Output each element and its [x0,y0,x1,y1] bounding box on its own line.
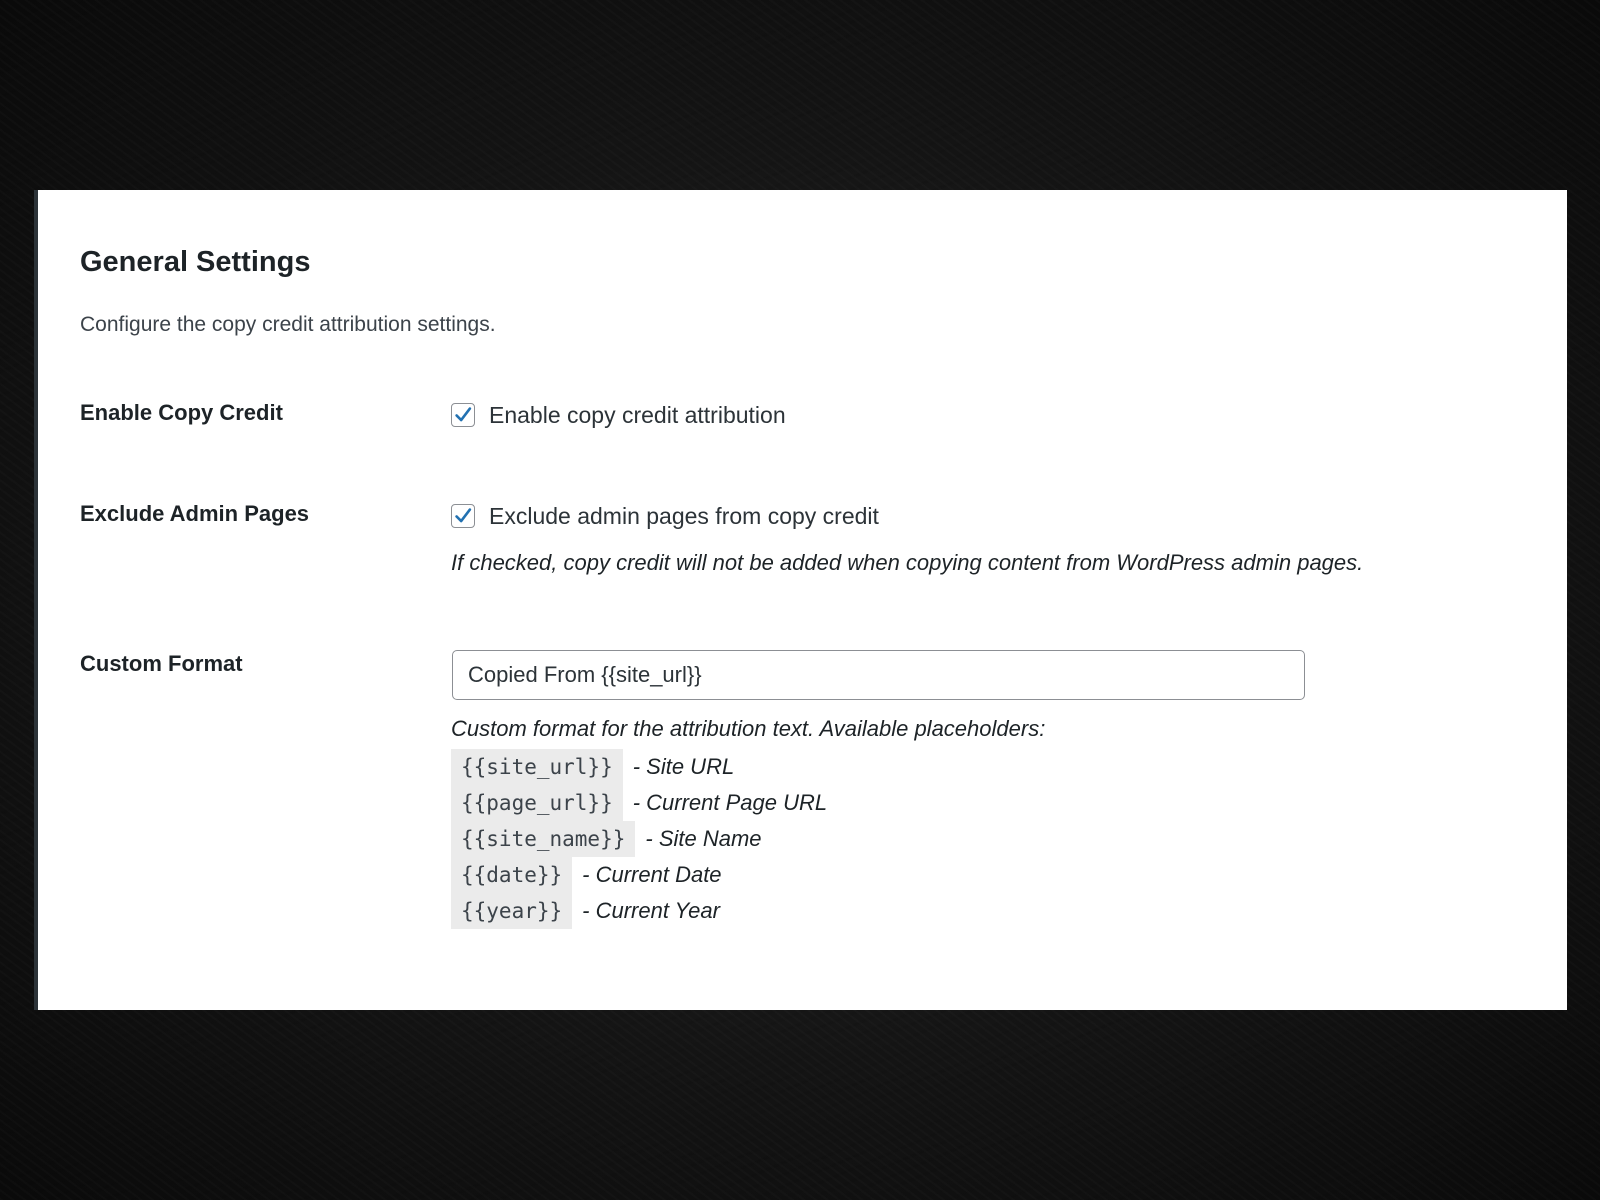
placeholder-code: {{site_url}} [451,749,623,785]
custom-format-input[interactable] [452,650,1305,700]
exclude-admin-pages-label: Exclude Admin Pages [80,501,310,526]
list-item: {{year}} - Current Year [451,893,827,929]
placeholder-description: - Site Name [645,826,762,851]
placeholder-description: - Current Year [582,898,720,923]
exclude-admin-pages-help: If checked, copy credit will not be adde… [451,550,1364,575]
placeholder-code: {{site_name}} [451,821,636,857]
placeholder-description: - Current Page URL [632,790,828,815]
placeholder-code: {{page_url}} [451,785,623,821]
list-item: {{site_name}} - Site Name [451,821,827,857]
placeholder-code: {{year}} [451,893,573,929]
exclude-admin-pages-checkbox-label[interactable]: Exclude admin pages from copy credit [489,503,879,530]
placeholder-description: - Current Date [582,862,722,887]
list-item: {{page_url}} - Current Page URL [451,785,827,821]
exclude-admin-pages-field[interactable]: Exclude admin pages from copy credit [451,502,879,530]
page-description: Configure the copy credit attribution se… [80,313,496,336]
custom-format-label: Custom Format [80,651,243,676]
exclude-admin-pages-checkbox[interactable] [451,504,475,528]
enable-copy-credit-label: Enable Copy Credit [80,400,283,425]
list-item: {{site_url}} - Site URL [451,749,827,785]
placeholder-code: {{date}} [451,857,573,893]
checkmark-icon [455,508,472,523]
list-item: {{date}} - Current Date [451,857,827,893]
enable-copy-credit-checkbox-label[interactable]: Enable copy credit attribution [489,402,786,429]
placeholder-description: - Site URL [632,754,735,779]
placeholder-list: {{site_url}} - Site URL {{page_url}} - C… [451,749,827,929]
page-title: General Settings [80,246,311,278]
enable-copy-credit-field[interactable]: Enable copy credit attribution [451,401,786,429]
checkmark-icon [455,407,472,422]
settings-panel: General Settings Configure the copy cred… [34,190,1567,1010]
enable-copy-credit-checkbox[interactable] [451,403,475,427]
custom-format-help: Custom format for the attribution text. … [451,716,1046,741]
